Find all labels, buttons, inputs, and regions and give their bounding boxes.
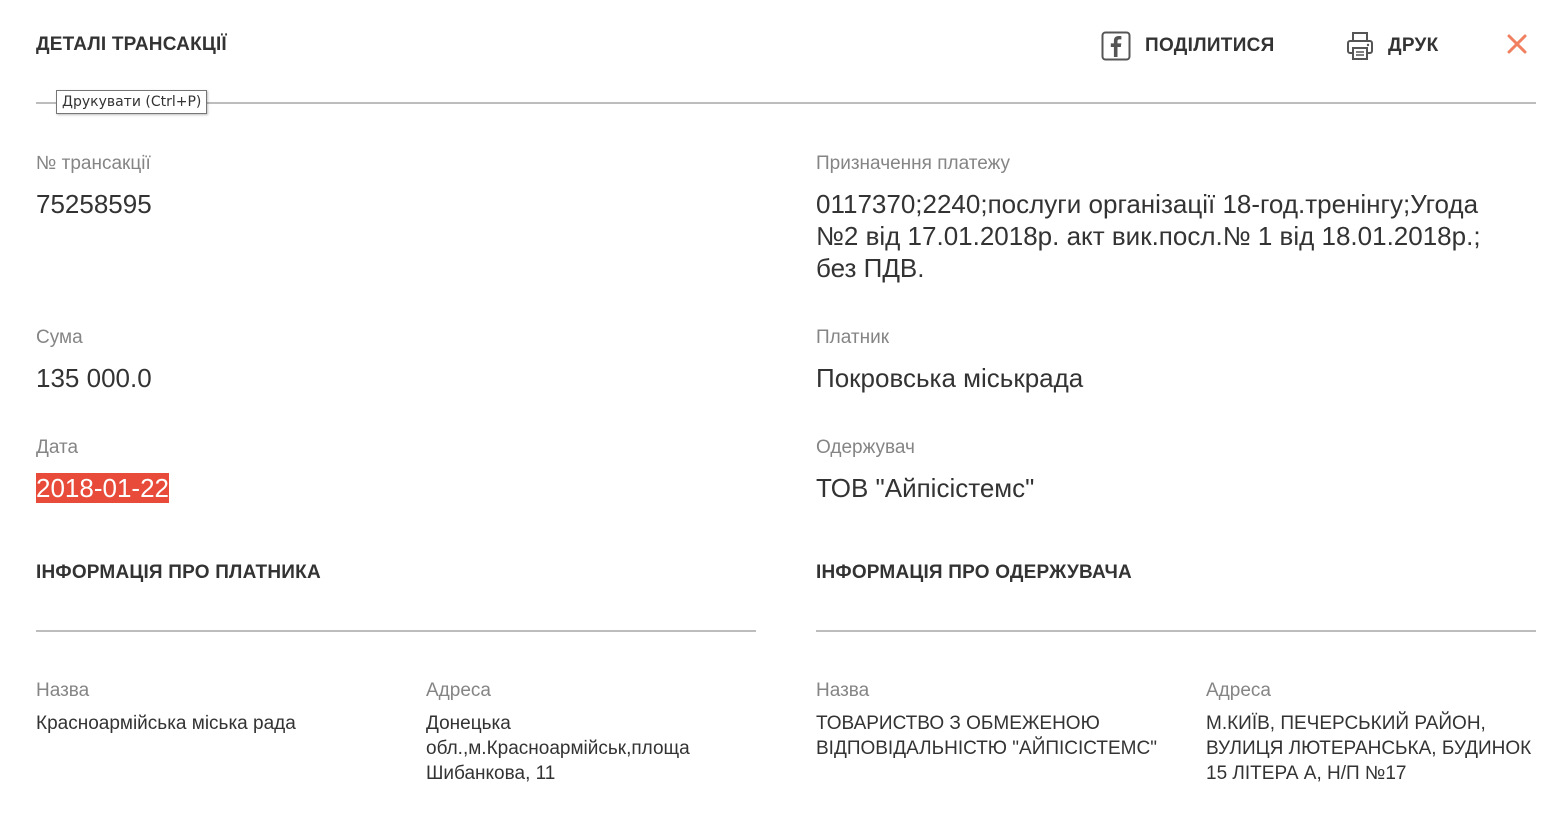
- transaction-number-value: 75258595: [36, 189, 152, 219]
- date-value[interactable]: 2018-01-22: [36, 473, 169, 503]
- recipient-label: Одержувач: [816, 437, 915, 458]
- date-label: Дата: [36, 437, 79, 458]
- close-button[interactable]: [1505, 32, 1529, 56]
- payer-name-value: Красноармійська міська рада: [36, 713, 296, 734]
- recipient-value: ТОВ "Айпісістемс": [816, 473, 1035, 503]
- header-divider: [36, 102, 1536, 104]
- facebook-icon: [1101, 31, 1131, 61]
- payer-info-title: ІНФОРМАЦІЯ ПРО ПЛАТНИКА: [36, 562, 321, 583]
- transaction-number-label: № трансакції: [36, 153, 151, 174]
- recipient-info-title: ІНФОРМАЦІЯ ПРО ОДЕРЖУВАЧА: [816, 562, 1132, 583]
- recipient-name-value: ТОВАРИСТВО З ОБМЕЖЕНОЮ ВІДПОВІДАЛЬНІСТЮ …: [816, 713, 1157, 759]
- print-button[interactable]: ДРУК: [1346, 28, 1439, 64]
- recipient-name-label: Назва: [816, 680, 870, 701]
- date-field: Дата 2018-01-22: [36, 436, 169, 504]
- payment-purpose-value: 0117370;2240;послуги організації 18-год.…: [816, 189, 1481, 283]
- share-button[interactable]: ПОДІЛИТИСЯ: [1101, 28, 1275, 64]
- transaction-details-page: ДЕТАЛІ ТРАНСАКЦІЇ ПОДІЛИТИСЯ ДРУК Друкув…: [0, 0, 1565, 815]
- payer-name-field: Назва Красноармійська міська рада: [36, 679, 406, 736]
- recipient-address-field: Адреса М.КИЇВ, ПЕЧЕРСЬКИЙ РАЙОН, ВУЛИЦЯ …: [1206, 679, 1546, 786]
- payer-address-label: Адреса: [426, 680, 491, 701]
- payer-info-divider: [36, 630, 756, 632]
- payment-purpose-field: Призначення платежу 0117370;2240;послуги…: [816, 152, 1526, 284]
- amount-label: Сума: [36, 327, 83, 348]
- recipient-info-divider: [816, 630, 1536, 632]
- payment-purpose-label: Призначення платежу: [816, 153, 1010, 174]
- payer-value: Покровська міськрада: [816, 363, 1084, 393]
- payer-address-field: Адреса Донецька обл.,м.Красноармійськ,пл…: [426, 679, 746, 786]
- share-label: ПОДІЛИТИСЯ: [1145, 35, 1275, 56]
- payer-label: Платник: [816, 327, 890, 348]
- payer-address-value: Донецька обл.,м.Красноармійськ,площа Шиб…: [426, 713, 690, 784]
- recipient-field: Одержувач ТОВ "Айпісістемс": [816, 436, 1034, 504]
- recipient-name-field: Назва ТОВАРИСТВО З ОБМЕЖЕНОЮ ВІДПОВІДАЛЬ…: [816, 679, 1201, 761]
- amount-field: Сума 135 000.0: [36, 326, 152, 394]
- payer-name-label: Назва: [36, 680, 90, 701]
- printer-icon: [1347, 32, 1373, 60]
- page-title: ДЕТАЛІ ТРАНСАКЦІЇ: [36, 34, 227, 55]
- close-icon: [1507, 34, 1527, 54]
- transaction-number-field: № трансакції 75258595: [36, 152, 152, 220]
- recipient-address-value: М.КИЇВ, ПЕЧЕРСЬКИЙ РАЙОН, ВУЛИЦЯ ЛЮТЕРАН…: [1206, 713, 1532, 784]
- payer-field: Платник Покровська міськрада: [816, 326, 1083, 394]
- recipient-address-label: Адреса: [1206, 680, 1271, 701]
- print-label: ДРУК: [1388, 35, 1439, 56]
- print-tooltip: Друкувати (Ctrl+P): [56, 90, 208, 114]
- amount-value: 135 000.0: [36, 363, 152, 393]
